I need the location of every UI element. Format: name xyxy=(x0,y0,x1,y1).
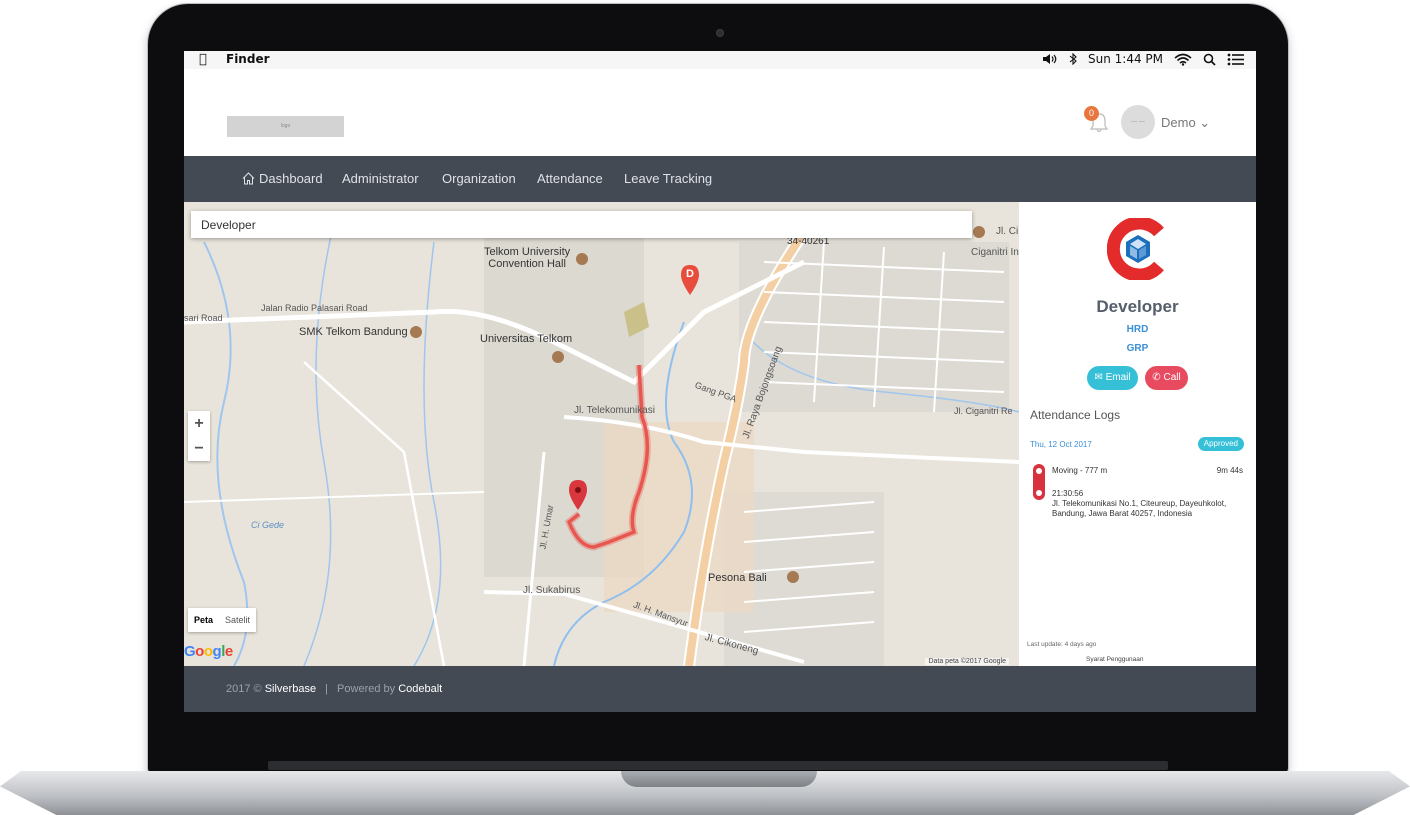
menubar-status: Sun 1:44 PM xyxy=(1042,52,1244,66)
app-header: logo 0 — — Demo ⌄ xyxy=(184,69,1256,156)
envelope-icon: ✉ xyxy=(1094,372,1103,383)
finder-menu[interactable]: Finder xyxy=(226,52,270,66)
employee-name: Developer xyxy=(1096,297,1179,316)
notification-center-icon[interactable] xyxy=(1227,53,1244,66)
camera xyxy=(716,29,724,37)
label-universitas: Universitas Telkom xyxy=(480,333,573,345)
poi-pesona-icon xyxy=(787,571,799,583)
poi-smk-icon xyxy=(410,326,422,338)
map-type-map-button[interactable]: Peta xyxy=(188,608,219,632)
status-badge: Approved xyxy=(1197,437,1244,451)
google-logo: Google xyxy=(184,643,233,660)
email-button-label: Email xyxy=(1105,372,1131,383)
log-time: 21:30:56 xyxy=(1052,489,1084,498)
map-search-input[interactable]: Developer xyxy=(201,218,256,232)
label-jl-telekomunikasi: Jl. Telekomunikasi xyxy=(574,405,655,416)
label-ciganitri-in: Ciganitri In xyxy=(971,247,1019,258)
screen:  Finder Sun 1:44 PM logo 0 xyxy=(184,51,1256,712)
label-sari-road: sari Road xyxy=(184,313,223,323)
notification-badge: 0 xyxy=(1084,106,1099,121)
footer-brand[interactable]: Silverbase xyxy=(265,683,316,695)
map-search-bar[interactable]: Developer xyxy=(191,211,972,238)
road-babakan xyxy=(303,361,446,666)
footer-powered-by: Powered by xyxy=(337,683,396,695)
label-sukabirus: Jl. Sukabirus xyxy=(523,585,581,596)
label-jl-ci: Jl. Ci xyxy=(996,226,1019,237)
label-ci-gede: Ci Gede xyxy=(251,520,285,530)
nav-administrator[interactable]: Administrator xyxy=(342,171,419,186)
footer-powered-brand[interactable]: Codebalt xyxy=(398,683,442,695)
last-update: Last update: 4 days ago xyxy=(1027,641,1097,648)
stream-1 xyxy=(303,221,335,666)
laptop-notch xyxy=(621,771,817,787)
clock[interactable]: Sun 1:44 PM xyxy=(1088,52,1163,66)
user-menu[interactable]: Demo ⌄ xyxy=(1161,115,1210,131)
main-navbar: Dashboard Administrator Organization Att… xyxy=(184,156,1256,202)
log-date: Thu, 12 Oct 2017 xyxy=(1030,440,1092,449)
mac-menubar:  Finder Sun 1:44 PM xyxy=(184,51,1256,70)
map-view[interactable]: D Telkom University Convention Hall SMK … xyxy=(184,202,1019,666)
company-logo xyxy=(1107,218,1164,280)
bluetooth-icon[interactable] xyxy=(1069,53,1077,65)
email-button[interactable]: ✉ Email xyxy=(1087,366,1138,390)
river-west xyxy=(203,241,249,666)
timeline-marker xyxy=(1033,464,1045,500)
app-footer: 2017 © Silverbase | Powered by Codebalt xyxy=(184,666,1256,712)
poi-convention-icon xyxy=(576,253,588,265)
log-address: Jl. Telekomunikasi No.1, Citeureup, Daye… xyxy=(1052,499,1227,518)
laptop-hinge xyxy=(268,761,1168,770)
avatar[interactable]: — — xyxy=(1121,105,1155,139)
volume-icon[interactable] xyxy=(1042,53,1058,65)
map-canvas xyxy=(184,221,1019,666)
map-credit: Data peta ©2017 Google xyxy=(925,658,1009,665)
origin-pin-dot xyxy=(575,487,581,493)
destination-marker-label: D xyxy=(686,268,694,280)
call-button[interactable]: ✆ Call xyxy=(1145,366,1188,390)
footer-year: 2017 © xyxy=(226,683,262,695)
terms-link[interactable]: Syarat Penggunaan xyxy=(1086,656,1143,663)
nav-organization[interactable]: Organization xyxy=(442,171,516,186)
footer-separator: | xyxy=(325,683,328,695)
label-smk: SMK Telkom Bandung xyxy=(299,326,408,338)
call-button-label: Call xyxy=(1163,372,1181,383)
label-pesona-bali: Pesona Bali xyxy=(708,572,767,584)
zoom-out-button[interactable]: − xyxy=(188,436,210,461)
app-logo[interactable]: logo xyxy=(227,116,344,137)
zoom-in-button[interactable]: + xyxy=(188,411,210,436)
label-ciganitri: Jl. Ciganitri Re xyxy=(954,406,1013,416)
employee-panel: Developer HRD GRP ✉ Email ✆ Call Attenda… xyxy=(1019,202,1256,666)
map-type-control: Peta Satelit xyxy=(188,608,257,632)
log-duration: 9m 44s xyxy=(1216,466,1243,475)
employee-department: HRD xyxy=(1126,324,1149,335)
nav-attendance[interactable]: Attendance xyxy=(537,171,603,186)
home-icon xyxy=(242,172,255,185)
poi-univ-icon xyxy=(552,351,564,363)
phone-icon: ✆ xyxy=(1152,372,1161,383)
log-moving: Moving - 777 m xyxy=(1052,466,1108,475)
employee-group: GRP xyxy=(1126,343,1149,354)
label-jalan-radio: Jalan Radio Palasari Road xyxy=(261,303,368,313)
map-type-satellite-button[interactable]: Satelit xyxy=(219,608,256,632)
stream-2 xyxy=(413,241,442,666)
poi-ne-icon xyxy=(973,226,985,238)
road-minor-1 xyxy=(184,491,485,503)
notifications-button[interactable]: 0 xyxy=(1084,106,1110,136)
nav-leave-tracking[interactable]: Leave Tracking xyxy=(624,171,712,186)
nav-dashboard[interactable]: Dashboard xyxy=(242,171,323,186)
attendance-logs-title: Attendance Logs xyxy=(1030,408,1121,422)
nav-dashboard-label: Dashboard xyxy=(259,171,323,186)
label-convention-hall: Telkom University Convention Hall xyxy=(484,246,571,270)
apple-icon[interactable]:  xyxy=(199,52,207,67)
spotlight-search-icon[interactable] xyxy=(1203,53,1216,66)
zoom-control: + − xyxy=(188,411,210,461)
wifi-icon[interactable] xyxy=(1174,53,1192,66)
